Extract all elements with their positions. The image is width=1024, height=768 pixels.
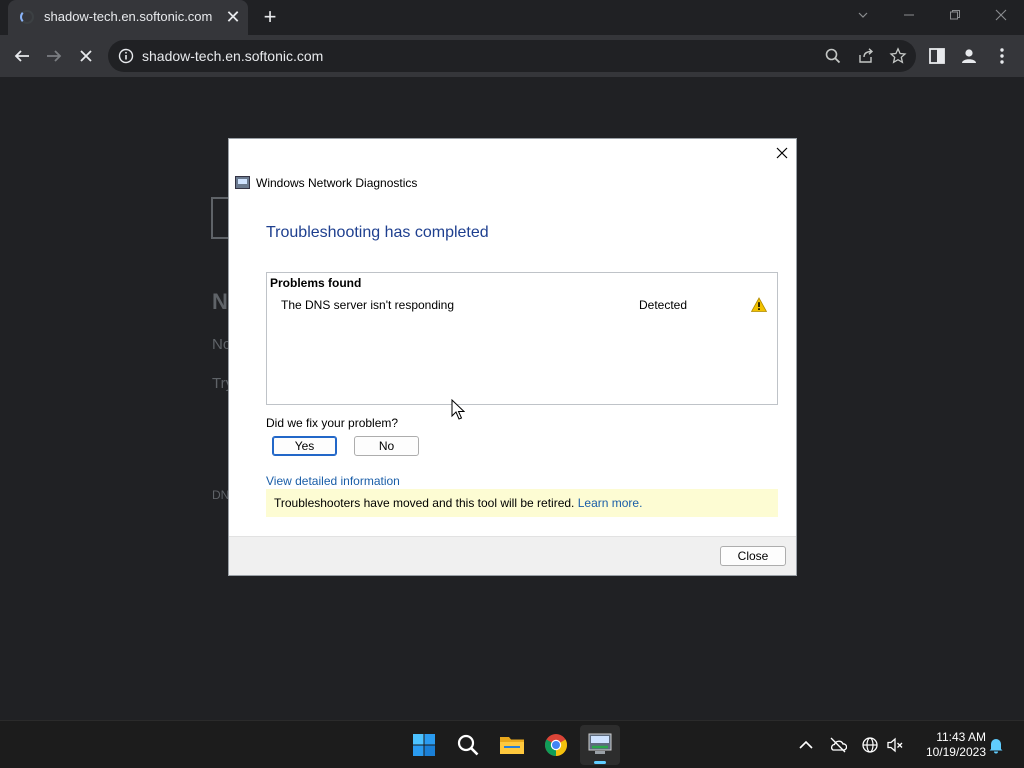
window-close-icon[interactable] — [978, 0, 1024, 30]
yes-button[interactable]: Yes — [272, 436, 337, 456]
browser-tab[interactable]: shadow-tech.en.softonic.com ✕ — [8, 0, 248, 35]
tab-close-icon[interactable]: ✕ — [222, 6, 244, 28]
side-panel-icon[interactable] — [927, 46, 947, 66]
onedrive-icon[interactable] — [829, 736, 847, 754]
network-diagnostics-icon — [588, 733, 612, 754]
stop-loading-button[interactable] — [71, 41, 101, 71]
taskbar-search-button[interactable] — [448, 725, 488, 765]
problems-header: Problems found — [270, 276, 362, 290]
active-app-indicator — [594, 761, 606, 764]
screen: shadow-tech.en.softonic.com ✕ + shadow-t… — [0, 0, 1024, 768]
no-button[interactable]: No — [354, 436, 419, 456]
banner-text-line: Troubleshooters have moved and this tool… — [274, 496, 642, 510]
browser-toolbar: shadow-tech.en.softonic.com — [0, 35, 1024, 77]
learn-more-link[interactable]: Learn more. — [578, 496, 643, 510]
banner-text: Troubleshooters have moved and this tool… — [274, 496, 575, 510]
dialog-heading: Troubleshooting has completed — [266, 224, 489, 241]
network-diagnostics-dialog: Windows Network Diagnostics Troubleshoot… — [228, 138, 797, 576]
dialog-close-icon[interactable] — [770, 141, 794, 165]
menu-icon[interactable] — [992, 46, 1012, 66]
minimize-icon[interactable] — [886, 0, 932, 30]
chrome-icon — [545, 734, 567, 756]
search-icon[interactable] — [824, 47, 842, 65]
clock-time: 11:43 AM — [936, 730, 986, 744]
view-detailed-information-link[interactable]: View detailed information — [266, 474, 400, 488]
start-icon — [413, 734, 435, 756]
tab-title: shadow-tech.en.softonic.com — [44, 9, 213, 24]
profile-icon[interactable] — [959, 46, 979, 66]
retirement-banner: Troubleshooters have moved and this tool… — [266, 489, 778, 517]
network-diagnostics-taskbar-button[interactable] — [580, 725, 620, 765]
tab-search-icon[interactable] — [840, 0, 886, 30]
clock-date: 10/19/2023 — [925, 745, 986, 759]
file-explorer-button[interactable] — [492, 725, 532, 765]
error-page-icon — [211, 197, 229, 239]
volume-muted-icon[interactable] — [886, 736, 904, 754]
diagnostics-app-icon — [235, 176, 250, 189]
error-code: DN — [212, 488, 230, 502]
show-hidden-icons-icon[interactable] — [797, 736, 815, 754]
back-button[interactable] — [7, 41, 37, 71]
fix-question: Did we fix your problem? — [266, 416, 399, 430]
start-button[interactable] — [404, 725, 444, 765]
bookmark-star-icon[interactable] — [889, 47, 907, 65]
search-icon — [457, 734, 479, 756]
mouse-cursor-icon — [451, 399, 465, 420]
notification-bell-icon[interactable] — [987, 736, 1005, 754]
network-globe-icon[interactable] — [861, 736, 879, 754]
file-explorer-icon — [500, 737, 524, 754]
close-button[interactable]: Close — [720, 546, 786, 566]
url-text[interactable]: shadow-tech.en.softonic.com — [142, 48, 323, 64]
dialog-title: Windows Network Diagnostics — [256, 176, 418, 190]
new-tab-button[interactable]: + — [258, 4, 282, 30]
tab-strip: shadow-tech.en.softonic.com ✕ + — [0, 0, 1024, 35]
site-info-icon[interactable] — [118, 48, 134, 64]
loading-spinner-icon — [20, 10, 34, 24]
chrome-button[interactable] — [536, 725, 576, 765]
taskbar: 11:43 AM 10/19/2023 — [0, 720, 1024, 768]
problem-status: Detected — [639, 298, 688, 312]
problem-name: The DNS server isn't responding — [281, 298, 455, 312]
address-bar[interactable]: shadow-tech.en.softonic.com — [108, 40, 916, 72]
error-heading: N — [212, 289, 228, 314]
share-icon[interactable] — [857, 47, 875, 65]
forward-button[interactable] — [39, 41, 69, 71]
dialog-footer: Close — [229, 536, 796, 575]
warning-icon — [751, 297, 767, 312]
problems-list: Problems found The DNS server isn't resp… — [266, 272, 778, 405]
system-clock[interactable]: 11:43 AM 10/19/2023 — [916, 730, 986, 760]
restore-icon[interactable] — [932, 0, 978, 30]
